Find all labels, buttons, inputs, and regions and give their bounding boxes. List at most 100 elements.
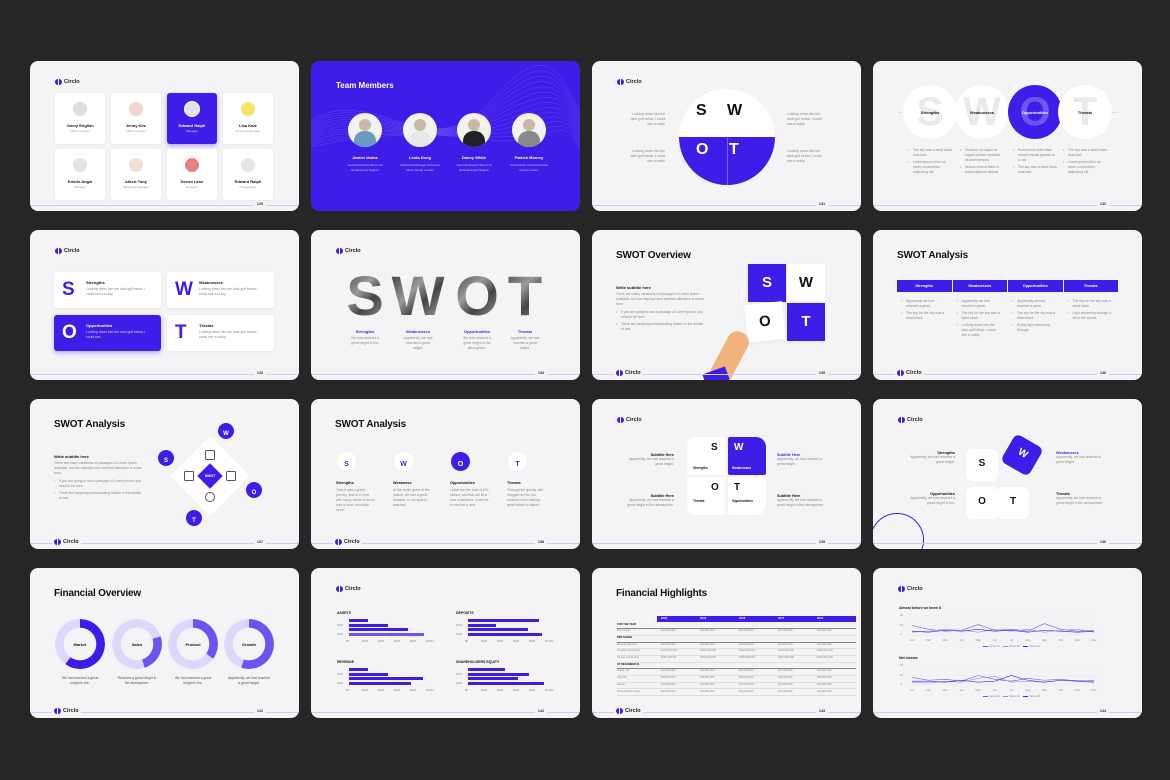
slide-thumbnail-6[interactable]: Circlo S Strengths We had reached a great h… bbox=[311, 230, 580, 380]
x-tick-label: $800 bbox=[529, 688, 536, 692]
y-axis-label: 2020 bbox=[337, 681, 344, 685]
table-cell: $10,000,000 bbox=[700, 689, 715, 693]
legend-label: Value #1 bbox=[989, 694, 1000, 698]
tile-label: Strengths bbox=[693, 466, 708, 470]
swot-tile: S Strengths bbox=[687, 437, 725, 475]
swot-letter: T bbox=[1009, 496, 1017, 507]
swot-letter: W bbox=[175, 279, 193, 300]
table-cell: $10,000,000 bbox=[661, 682, 676, 686]
y-tick-label: 0 bbox=[900, 682, 902, 686]
slide-thumbnail-11[interactable]: Circlo S Strengths W Weaknesses O Threats T Oppo… bbox=[592, 399, 861, 549]
team-member-card[interactable]: Jenny Kim CEO, Founder bbox=[111, 93, 161, 144]
slide-thumbnail-10[interactable]: SWOT Analysis S Strengths Truly it was a gr… bbox=[311, 399, 580, 549]
brand-name: Circlo bbox=[345, 248, 361, 254]
donut-caption: Apparently, we had reached a great heigh… bbox=[228, 676, 270, 685]
table-section-label: AT DECEMBER 31 bbox=[617, 662, 640, 666]
swot-card-text: Looking down into the dark gulf below, I… bbox=[86, 287, 146, 296]
swot-badge: O bbox=[451, 452, 470, 471]
team-member-card[interactable]: Edward Ralph Photography bbox=[223, 149, 273, 200]
slide-thumbnail-1[interactable]: Circlo Jonny English CEO, Founder Jenny Kim… bbox=[30, 61, 299, 211]
page-number: 142 bbox=[535, 709, 547, 714]
legend-item: Value #2 bbox=[1003, 694, 1020, 698]
slide-thumbnail-9[interactable]: SWOT Analysis Write subtitle here There ar… bbox=[30, 399, 299, 549]
slide-thumbnail-8[interactable]: SWOT Analysis Strengths Apparently we had … bbox=[873, 230, 1142, 380]
slide-thumbnail-4[interactable]: SStrengthsThe sky was a dead black dots … bbox=[873, 61, 1142, 211]
swot-label: Threats bbox=[1077, 110, 1093, 115]
legend-swatch bbox=[1003, 645, 1008, 647]
team-member-card[interactable]: Kristin Angel Manager bbox=[55, 149, 105, 200]
swot-letter: W bbox=[734, 442, 744, 453]
team-member-card[interactable]: Jonny English CEO, Founder bbox=[55, 93, 105, 144]
person-silhouette bbox=[523, 119, 535, 131]
table-cell: $10,000,000 bbox=[778, 629, 793, 633]
table-cell: $10,000,000 bbox=[700, 669, 715, 673]
table-cell: $10,000,000 bbox=[700, 629, 715, 633]
slide-thumbnail-15[interactable]: Financial Highlights 2020 2019 2018 2017 2016… bbox=[592, 568, 861, 718]
bar bbox=[349, 672, 389, 676]
table-cell: $10,000,000 bbox=[661, 629, 676, 633]
swot-letter: W bbox=[1015, 446, 1030, 461]
brand-logo: Circlo bbox=[614, 370, 643, 376]
table-cell: $10,000,000 bbox=[739, 642, 754, 646]
page-number: 139 bbox=[816, 540, 828, 545]
page-number: 140 bbox=[1097, 540, 1109, 545]
swot-card[interactable]: S Strengths Looking down into the dark gul… bbox=[54, 272, 161, 308]
table-cell: Earning (Diluted) bbox=[617, 642, 637, 646]
team-member-card[interactable]: Lisa Kate Financial Manager bbox=[223, 93, 273, 144]
slide-thumbnail-14[interactable]: Circlo ASSETS 2019 2020 $0 $200 $400 $600 $800 $1… bbox=[311, 568, 580, 718]
y-tick-label: 20 bbox=[900, 613, 904, 617]
slide-thumbnail-12[interactable]: Circlo S W O T Strengths Apparently, we had re… bbox=[873, 399, 1142, 549]
slide-title: SWOT Analysis bbox=[897, 250, 968, 261]
swot-letter: O bbox=[62, 322, 77, 343]
slide-thumbnail-7[interactable]: SWOT Overview Write subtitle here There ar… bbox=[592, 230, 861, 380]
finance-hand-icon bbox=[226, 471, 236, 481]
team-member-card[interactable]: Albert Tony Marketing Manager bbox=[111, 149, 161, 200]
slide-thumbnail-5[interactable]: Circlo S Strengths Looking down into the da… bbox=[30, 230, 299, 380]
bullet-item: Lorem ipsum dolor sit amet, consectetur … bbox=[1063, 160, 1107, 175]
bar bbox=[468, 677, 519, 681]
swot-card[interactable]: W Weaknesses Looking down into the dark gu… bbox=[167, 272, 274, 308]
bullet-list: Apparently we had reached a great. The sk… bbox=[901, 299, 945, 323]
swot-description: Apparently, we had reached a great heigh… bbox=[510, 336, 540, 350]
team-member-card[interactable]: Devon Lane Designer bbox=[167, 149, 217, 200]
page-number: 132 bbox=[1097, 202, 1109, 207]
chart-title: DEPOSITS bbox=[456, 611, 474, 615]
member-role: Designer bbox=[185, 185, 198, 189]
database-icon bbox=[205, 450, 215, 460]
swot-label: Strengths bbox=[336, 481, 354, 485]
swot-card[interactable]: O Opportunities Looking down into the dark… bbox=[54, 315, 161, 351]
x-tick-label: May bbox=[975, 638, 981, 642]
swot-tile: T Opportunities bbox=[728, 477, 766, 515]
bar bbox=[468, 672, 529, 676]
slide-thumbnail-2[interactable]: Team Members Jamen Vados General Director … bbox=[311, 61, 580, 211]
legend-label: Value #2 bbox=[1009, 694, 1020, 698]
subtitle: Write subtitle here bbox=[54, 454, 89, 459]
bullet-item: Nullam viverra nulla et lectus aliquam u… bbox=[960, 165, 1004, 175]
table-cell: $10,000,000 bbox=[778, 689, 793, 693]
legend-label: Value #3 bbox=[1029, 644, 1040, 648]
swot-card[interactable]: T Threats Looking down into the dark gulf … bbox=[167, 315, 274, 351]
member-role: CEO, Founder bbox=[70, 129, 90, 133]
person-silhouette bbox=[468, 119, 480, 131]
swot-letter: S bbox=[978, 458, 986, 469]
x-tick-label: Aug bbox=[1025, 688, 1031, 692]
x-tick-label: Oct bbox=[1058, 638, 1064, 642]
slide-title: Financial Overview bbox=[54, 588, 141, 599]
swot-letter: T bbox=[515, 461, 520, 468]
x-tick-label: $200 bbox=[362, 639, 369, 643]
slide-thumbnail-16[interactable]: Circlo Almost before we knew it 20 10 0 Jan Fe… bbox=[873, 568, 1142, 718]
slide-thumbnail-13[interactable]: Financial Overview Market We had reached a… bbox=[30, 568, 299, 718]
page-number: 143 bbox=[816, 709, 828, 714]
bar bbox=[349, 681, 411, 685]
brand-logo: Circlo bbox=[898, 417, 923, 423]
member-photo bbox=[457, 113, 491, 147]
x-tick-label: $1,000 bbox=[545, 639, 554, 643]
slide-thumbnail-3[interactable]: Circlo S W O T Looking down into the dark gul… bbox=[592, 61, 861, 211]
brand-logo: Circlo bbox=[336, 586, 361, 592]
bar bbox=[349, 677, 424, 681]
team-member-card[interactable]: Edward Ralph Manager bbox=[167, 93, 217, 144]
table-cell: $10,000,000 bbox=[778, 669, 793, 673]
brand-name: Circlo bbox=[63, 539, 79, 545]
bullet-item: Apparently we had reached a great. bbox=[957, 299, 1001, 309]
x-tick-label: $400 bbox=[378, 639, 385, 643]
